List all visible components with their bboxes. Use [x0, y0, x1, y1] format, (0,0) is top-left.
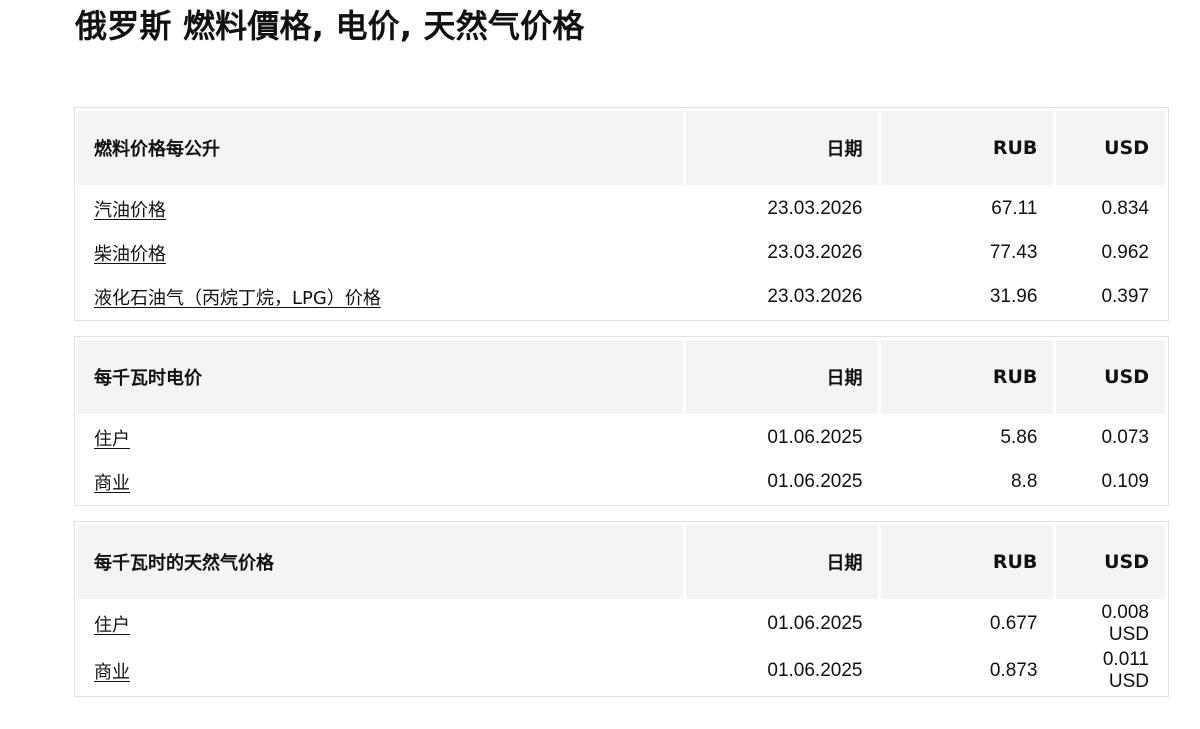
column-header-rub: RUB [881, 340, 1054, 414]
row-name-cell: 商业 [78, 649, 683, 693]
row-date-cell: 01.06.2025 [767, 660, 863, 681]
table-row: 住户 01.06.2025 0.677 0.008 USD [78, 602, 1165, 646]
row-date-cell: 01.06.2025 [767, 613, 863, 634]
column-header-date: 日期 [686, 111, 879, 185]
fuel-price-table: 燃料价格每公升 日期 RUB USD 汽油价格 23.03.2026 67.11… [74, 107, 1169, 321]
table-row: 汽油价格 23.03.2026 67.11 0.834 [78, 188, 1165, 229]
table-row: 住户 01.06.2025 5.86 0.073 [78, 417, 1165, 458]
row-usd-cell: 0.397 [1101, 285, 1149, 307]
row-rub-cell: 67.11 [991, 197, 1038, 219]
row-rub-cell: 8.8 [1010, 470, 1038, 492]
row-rub-cell: 5.86 [1000, 426, 1038, 448]
table-row: 柴油价格 23.03.2026 77.43 0.962 [78, 232, 1165, 273]
gas-household-link[interactable]: 住户 [94, 615, 130, 636]
row-name-cell: 柴油价格 [78, 232, 683, 273]
diesel-price-link[interactable]: 柴油价格 [94, 244, 166, 265]
column-header-usd: USD [1056, 340, 1165, 414]
row-rub-cell: 0.873 [989, 660, 1038, 681]
row-name-cell: 住户 [78, 417, 683, 458]
column-header-name: 燃料价格每公升 [78, 111, 684, 185]
row-date-cell: 23.03.2026 [767, 241, 863, 263]
row-rub-cell: 0.677 [989, 613, 1038, 634]
row-name-cell: 汽油价格 [78, 188, 683, 229]
row-usd-cell: 0.073 [1101, 426, 1149, 448]
table-header-row: 每千瓦时电价 日期 RUB USD [78, 340, 1165, 414]
electricity-business-link[interactable]: 商业 [94, 473, 130, 494]
row-name-cell: 商业 [78, 461, 683, 502]
column-header-usd: USD [1056, 111, 1165, 185]
row-date-cell: 01.06.2025 [767, 470, 863, 492]
column-header-rub: RUB [881, 525, 1054, 599]
row-rub-cell: 77.43 [989, 241, 1038, 263]
row-date-cell: 23.03.2026 [767, 197, 863, 219]
row-usd-cell: 0.834 [1101, 197, 1149, 219]
table-row: 液化石油气（丙烷丁烷，LPG）价格 23.03.2026 31.96 0.397 [78, 276, 1165, 317]
electricity-price-table: 每千瓦时电价 日期 RUB USD 住户 01.06.2025 5.86 0.0… [74, 336, 1169, 506]
column-header-date: 日期 [686, 340, 879, 414]
row-rub-cell: 31.96 [989, 285, 1038, 307]
row-date-cell: 23.03.2026 [767, 285, 863, 307]
column-header-name: 每千瓦时电价 [78, 340, 684, 414]
column-header-usd: USD [1056, 525, 1165, 599]
table-header-row: 每千瓦时的天然气价格 日期 RUB USD [78, 525, 1165, 599]
gas-price-table: 每千瓦时的天然气价格 日期 RUB USD 住户 01.06.2025 0.67… [74, 521, 1169, 697]
column-header-name: 每千瓦时的天然气价格 [78, 525, 684, 599]
row-usd-cell: 0.962 [1101, 241, 1149, 263]
page-title: 俄罗斯 燃料價格, 电价, 天然气价格 [75, 7, 585, 45]
gasoline-price-link[interactable]: 汽油价格 [94, 200, 166, 221]
table-header-row: 燃料价格每公升 日期 RUB USD [78, 111, 1165, 185]
column-header-rub: RUB [881, 111, 1054, 185]
lpg-price-link[interactable]: 液化石油气（丙烷丁烷，LPG）价格 [94, 288, 381, 309]
column-header-date: 日期 [686, 525, 879, 599]
row-name-cell: 液化石油气（丙烷丁烷，LPG）价格 [78, 276, 683, 317]
row-usd-cell: 0.008 USD [1101, 602, 1149, 645]
row-date-cell: 01.06.2025 [767, 426, 863, 448]
row-usd-cell: 0.011 USD [1102, 649, 1149, 692]
row-name-cell: 住户 [78, 602, 683, 646]
table-row: 商业 01.06.2025 8.8 0.109 [78, 461, 1165, 502]
electricity-household-link[interactable]: 住户 [94, 429, 130, 450]
table-row: 商业 01.06.2025 0.873 0.011 USD [78, 649, 1165, 693]
gas-business-link[interactable]: 商业 [94, 662, 130, 683]
row-usd-cell: 0.109 [1101, 470, 1149, 492]
